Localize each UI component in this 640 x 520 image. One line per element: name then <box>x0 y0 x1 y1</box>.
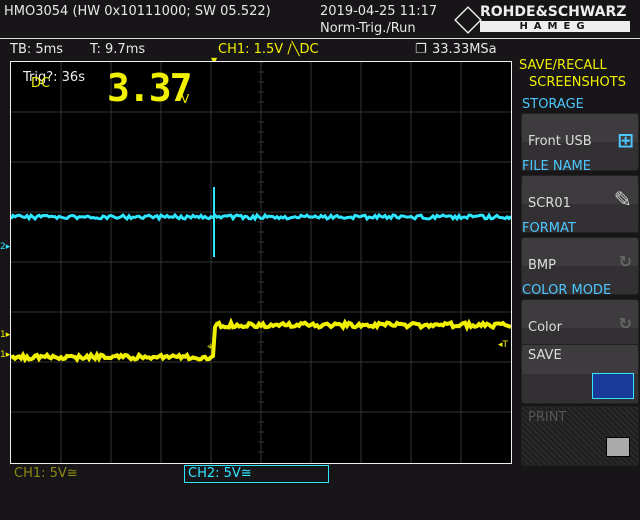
file-name-value: SCR01 <box>528 196 571 211</box>
ch1-trigger-setting[interactable]: CH1: 1.5V ∕╲DC <box>218 42 319 57</box>
ch1-trigger-level-marker: 1▸ <box>0 330 10 340</box>
menu-title: SAVE/RECALL <box>519 58 607 73</box>
graticule: ⌖ <box>11 62 511 463</box>
trigger-crosshair-icon: ⌖ <box>207 339 214 353</box>
storage-label: STORAGE <box>522 97 584 112</box>
ch2-scale[interactable]: CH2: 5V≅ <box>184 465 329 483</box>
file-name-label: FILE NAME <box>522 159 591 174</box>
measurement-unit: V <box>181 92 189 106</box>
memory-icon: ❐ <box>415 42 427 57</box>
hameg-logo: HAMEG <box>480 21 630 32</box>
print-label: PRINT <box>528 410 566 425</box>
ch1-scale[interactable]: CH1: 5V≅ <box>14 466 78 481</box>
waveform-display[interactable]: ⌖ Trig?: 36s DC 3.37 V <box>10 61 512 464</box>
menu-subtitle: SCREENSHOTS <box>529 75 626 90</box>
format-label: FORMAT <box>522 221 576 236</box>
timebase[interactable]: TB: 5ms <box>10 42 63 57</box>
measurement-value: 3.37 <box>107 66 191 110</box>
datetime: 2019-04-25 11:17 <box>320 4 437 19</box>
save-button[interactable]: SAVE <box>521 344 639 404</box>
device-info: HMO3054 (HW 0x10111000; SW 05.522) <box>4 4 271 19</box>
cycle-icon: ↻ <box>619 252 632 271</box>
cycle-icon: ↻ <box>619 314 632 333</box>
color-mode-value: Color <box>528 320 562 335</box>
camera-floppy-icon <box>592 373 634 399</box>
print-button: PRINT <box>521 406 639 466</box>
rs-logo-icon <box>454 6 482 34</box>
trigger-level-marker: ◂T <box>498 340 508 350</box>
measurement-label: DC <box>31 76 50 91</box>
sample-rate: 33.33MSa <box>432 42 497 57</box>
ch2-marker: 2▸ <box>0 242 10 252</box>
printer-icon <box>606 437 630 457</box>
format-value: BMP <box>528 258 556 273</box>
save-label: SAVE <box>528 348 562 363</box>
usb-folder-icon: ⊞ <box>617 128 634 152</box>
ch1-marker: 1▸ <box>0 350 10 360</box>
trigger-mode: Norm-Trig./Run <box>320 21 416 36</box>
storage-value: Front USB <box>528 134 592 149</box>
trigger-time[interactable]: T: 9.7ms <box>90 42 145 57</box>
divider <box>0 38 640 39</box>
logo-text: ROHDE&SCHWARZ <box>480 4 626 20</box>
edit-keyboard-icon: ✎ <box>614 188 632 213</box>
color-mode-label: COLOR MODE <box>522 283 611 298</box>
